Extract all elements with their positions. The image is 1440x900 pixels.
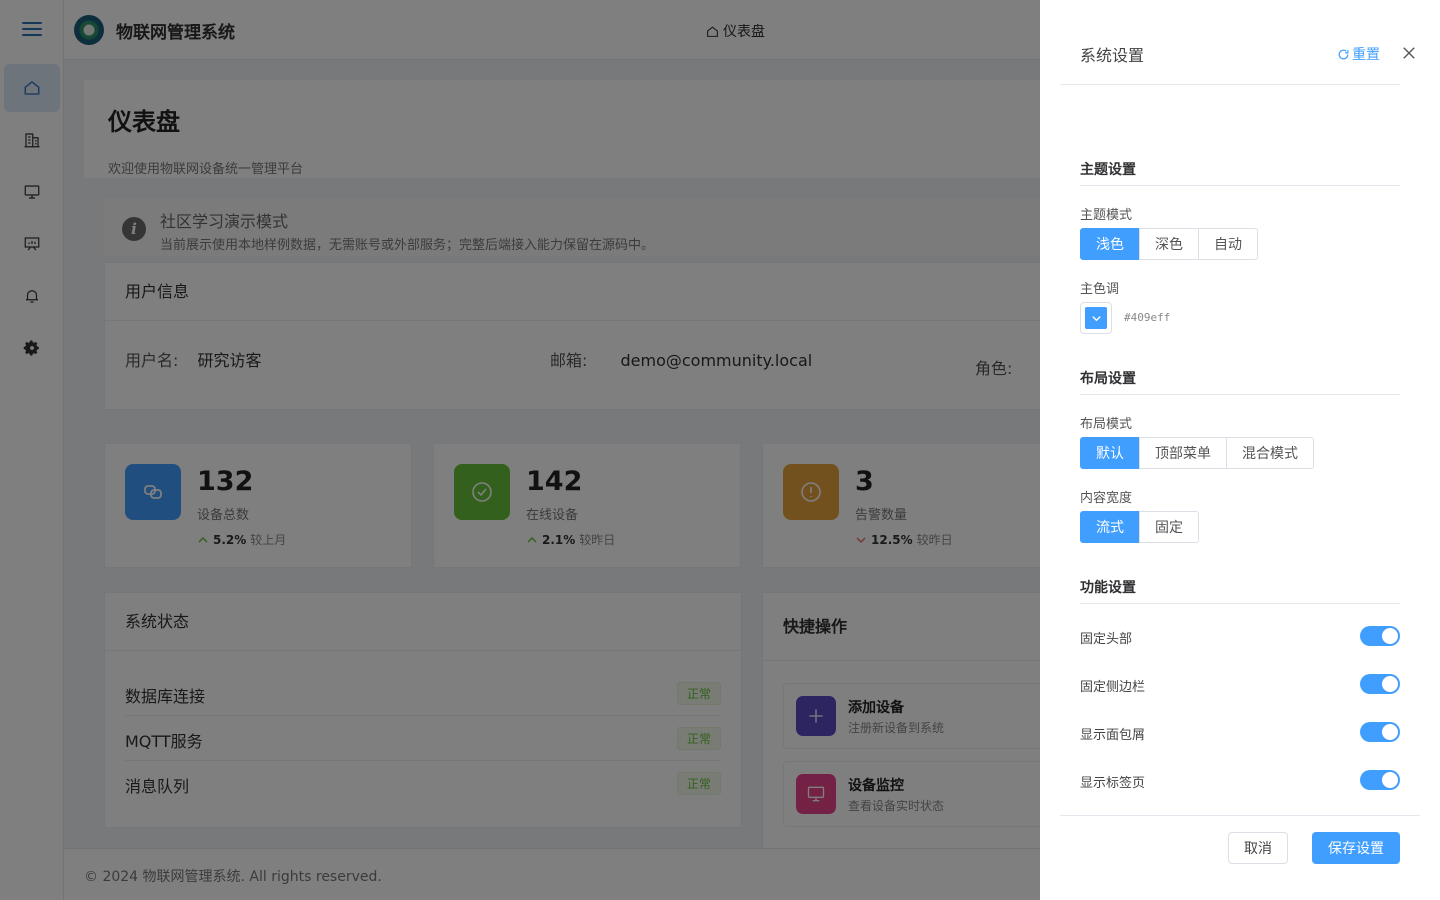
content-width-group: 流式 固定 <box>1080 511 1199 543</box>
toggle-label: 固定侧边栏 <box>1080 680 1146 695</box>
layout-mode-default[interactable]: 默认 <box>1080 437 1140 469</box>
close-icon[interactable] <box>1400 44 1418 62</box>
theme-mode-auto[interactable]: 自动 <box>1198 228 1258 260</box>
toggle-row-tabs: 显示标签页 <box>1080 768 1400 792</box>
layout-mode-group: 默认 顶部菜单 混合模式 <box>1080 437 1314 469</box>
drawer-footer-divider <box>1060 815 1420 816</box>
settings-drawer: 系统设置 重置 主题设置 主题模式 浅色 深色 自动 主色调 #409eff 布… <box>1040 0 1440 900</box>
theme-mode-group: 浅色 深色 自动 <box>1080 228 1258 260</box>
section-divider <box>1080 394 1400 395</box>
theme-mode-dark[interactable]: 深色 <box>1139 228 1199 260</box>
toggle-row-fixed-header: 固定头部 <box>1080 624 1400 648</box>
show-breadcrumb-switch[interactable] <box>1360 722 1400 742</box>
color-picker[interactable] <box>1080 302 1112 334</box>
fixed-sidebar-switch[interactable] <box>1360 674 1400 694</box>
color-swatch <box>1085 307 1107 329</box>
content-width-fixed[interactable]: 固定 <box>1139 511 1199 543</box>
section-divider <box>1080 185 1400 186</box>
cancel-button[interactable]: 取消 <box>1228 832 1288 864</box>
content-width-fluid[interactable]: 流式 <box>1080 511 1140 543</box>
theme-mode-light[interactable]: 浅色 <box>1080 228 1140 260</box>
toggle-row-breadcrumb: 显示面包屑 <box>1080 720 1400 744</box>
fixed-header-switch[interactable] <box>1360 626 1400 646</box>
color-hex-value: #409eff <box>1124 311 1171 324</box>
toggle-label: 显示面包屑 <box>1080 728 1146 743</box>
save-settings-button[interactable]: 保存设置 <box>1312 832 1400 864</box>
toggle-label: 固定头部 <box>1080 632 1133 647</box>
chevron-down-icon <box>1091 315 1101 321</box>
reset-button[interactable]: 重置 <box>1337 44 1380 64</box>
section-title-features: 功能设置 <box>1080 580 1136 596</box>
drawer-backdrop[interactable] <box>0 0 1040 900</box>
reset-label: 重置 <box>1352 47 1380 63</box>
layout-mode-top-menu[interactable]: 顶部菜单 <box>1139 437 1227 469</box>
theme-mode-label: 主题模式 <box>1080 208 1133 223</box>
section-title-theme: 主题设置 <box>1080 162 1136 178</box>
layout-mode-label: 布局模式 <box>1080 417 1133 432</box>
drawer-header-divider <box>1060 84 1400 85</box>
primary-color-label: 主色调 <box>1080 282 1120 297</box>
layout-mode-mixed[interactable]: 混合模式 <box>1226 437 1314 469</box>
refresh-icon <box>1338 49 1349 59</box>
toggle-label: 显示标签页 <box>1080 776 1146 791</box>
content-width-label: 内容宽度 <box>1080 491 1133 506</box>
drawer-title: 系统设置 <box>1080 46 1145 65</box>
section-divider <box>1080 603 1400 604</box>
toggle-row-fixed-sidebar: 固定侧边栏 <box>1080 672 1400 696</box>
section-title-layout: 布局设置 <box>1080 371 1136 387</box>
show-tabs-switch[interactable] <box>1360 770 1400 790</box>
